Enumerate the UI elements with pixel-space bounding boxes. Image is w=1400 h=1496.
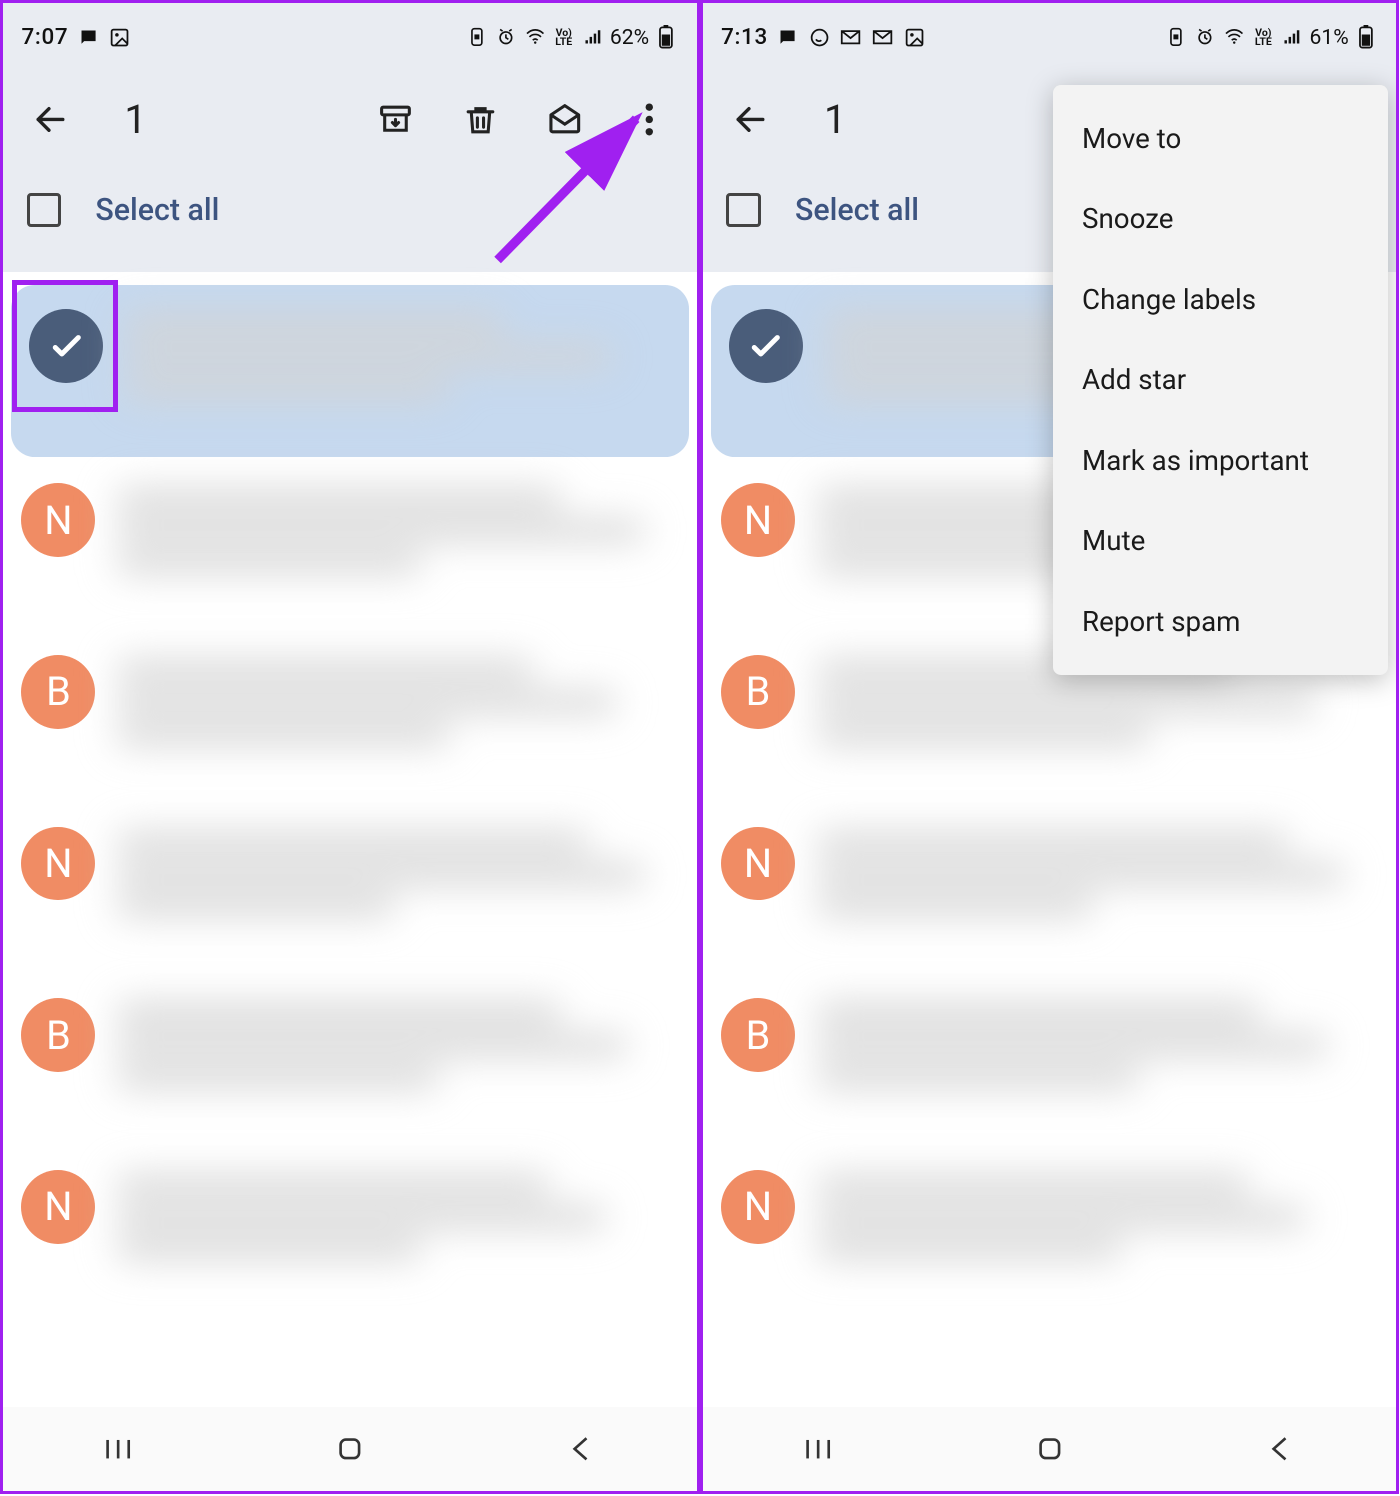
overflow-menu: Move to Snooze Change labels Add star Ma…: [1053, 85, 1388, 675]
nav-back-button[interactable]: [555, 1429, 608, 1469]
volte-icon: Vo)LTE: [1251, 25, 1275, 49]
volte-icon: Vo)LTE: [552, 25, 576, 49]
menu-mute[interactable]: Mute: [1053, 501, 1388, 582]
email-preview: [816, 993, 1372, 1099]
avatar[interactable]: N: [721, 1170, 795, 1244]
recents-button[interactable]: [92, 1429, 145, 1469]
select-all-row[interactable]: Select all: [3, 167, 697, 273]
selection-toolbar: 1: [3, 72, 697, 167]
email-preview: [816, 821, 1372, 927]
wifi-icon: [523, 25, 547, 49]
menu-report-spam[interactable]: Report spam: [1053, 581, 1388, 662]
menu-add-star[interactable]: Add star: [1053, 340, 1388, 421]
email-preview: [116, 650, 672, 756]
email-row[interactable]: B: [3, 631, 697, 803]
avatar[interactable]: N: [721, 827, 795, 901]
nav-back-button[interactable]: [1254, 1429, 1307, 1469]
avatar[interactable]: B: [21, 998, 95, 1072]
battery-icon: [1354, 25, 1378, 49]
archive-button[interactable]: [372, 95, 420, 143]
menu-change-labels[interactable]: Change labels: [1053, 259, 1388, 340]
signal-icon: [581, 25, 605, 49]
chat-icon: [76, 25, 100, 49]
dnd-icon: [465, 25, 489, 49]
home-button[interactable]: [1023, 1429, 1076, 1469]
back-button[interactable]: [726, 95, 774, 143]
email-preview: [116, 478, 672, 584]
email-row[interactable]: N: [3, 460, 697, 632]
avatar[interactable]: B: [721, 655, 795, 729]
alarm-icon: [494, 25, 518, 49]
email-row[interactable]: N: [703, 803, 1397, 975]
gmail-icon: [871, 25, 895, 49]
screenshot-left: 7:07 Vo)LTE 62% 1: [0, 0, 700, 1494]
image-icon: [902, 25, 926, 49]
email-row[interactable]: B: [3, 974, 697, 1146]
recents-button[interactable]: [792, 1429, 845, 1469]
avatar[interactable]: N: [21, 483, 95, 557]
select-all-checkbox[interactable]: [726, 193, 760, 227]
menu-mark-important[interactable]: Mark as important: [1053, 420, 1388, 501]
email-row[interactable]: N: [3, 803, 697, 975]
android-navbar: [3, 1407, 697, 1491]
gmail-icon: [839, 25, 863, 49]
select-all-checkbox[interactable]: [27, 193, 61, 227]
email-row[interactable]: N: [703, 1146, 1397, 1318]
mark-read-button[interactable]: [541, 95, 589, 143]
battery-icon: [654, 25, 678, 49]
email-preview: [116, 1164, 672, 1270]
chat-icon: [776, 25, 800, 49]
status-time: 7:07: [21, 24, 68, 50]
email-preview: [816, 1164, 1372, 1270]
android-navbar: [703, 1407, 1397, 1491]
selection-count: 1: [824, 96, 846, 143]
select-all-label: Select all: [795, 193, 919, 228]
email-preview: [116, 993, 672, 1099]
email-preview: [116, 821, 672, 927]
status-bar: 7:07 Vo)LTE 62%: [3, 3, 697, 72]
battery-text: 62%: [610, 25, 649, 50]
avatar[interactable]: B: [721, 998, 795, 1072]
avatar[interactable]: B: [21, 655, 95, 729]
home-button[interactable]: [323, 1429, 376, 1469]
avatar[interactable]: N: [21, 827, 95, 901]
status-bar: 7:13 Vo)LTE 61%: [703, 3, 1397, 72]
signal-icon: [1280, 25, 1304, 49]
email-list: N B N B N: [3, 272, 697, 1317]
battery-text: 61%: [1310, 25, 1349, 50]
email-row[interactable]: N: [3, 1146, 697, 1318]
delete-button[interactable]: [456, 95, 504, 143]
wifi-icon: [1222, 25, 1246, 49]
avatar[interactable]: N: [721, 483, 795, 557]
whatsapp-icon: [807, 25, 831, 49]
status-time: 7:13: [721, 24, 768, 50]
email-row[interactable]: B: [703, 974, 1397, 1146]
selection-count: 1: [124, 96, 146, 143]
selected-avatar-icon[interactable]: [729, 309, 803, 383]
alarm-icon: [1193, 25, 1217, 49]
select-all-label: Select all: [95, 193, 219, 228]
avatar[interactable]: N: [21, 1170, 95, 1244]
email-preview: [124, 304, 665, 410]
image-icon: [108, 25, 132, 49]
menu-snooze[interactable]: Snooze: [1053, 179, 1388, 260]
more-button[interactable]: [625, 95, 673, 143]
screenshot-right: 7:13 Vo)LTE 61% 1 Select all: [700, 0, 1400, 1494]
dnd-icon: [1164, 25, 1188, 49]
menu-move-to[interactable]: Move to: [1053, 98, 1388, 179]
back-button[interactable]: [27, 95, 75, 143]
annotation-highlight: [12, 280, 118, 412]
